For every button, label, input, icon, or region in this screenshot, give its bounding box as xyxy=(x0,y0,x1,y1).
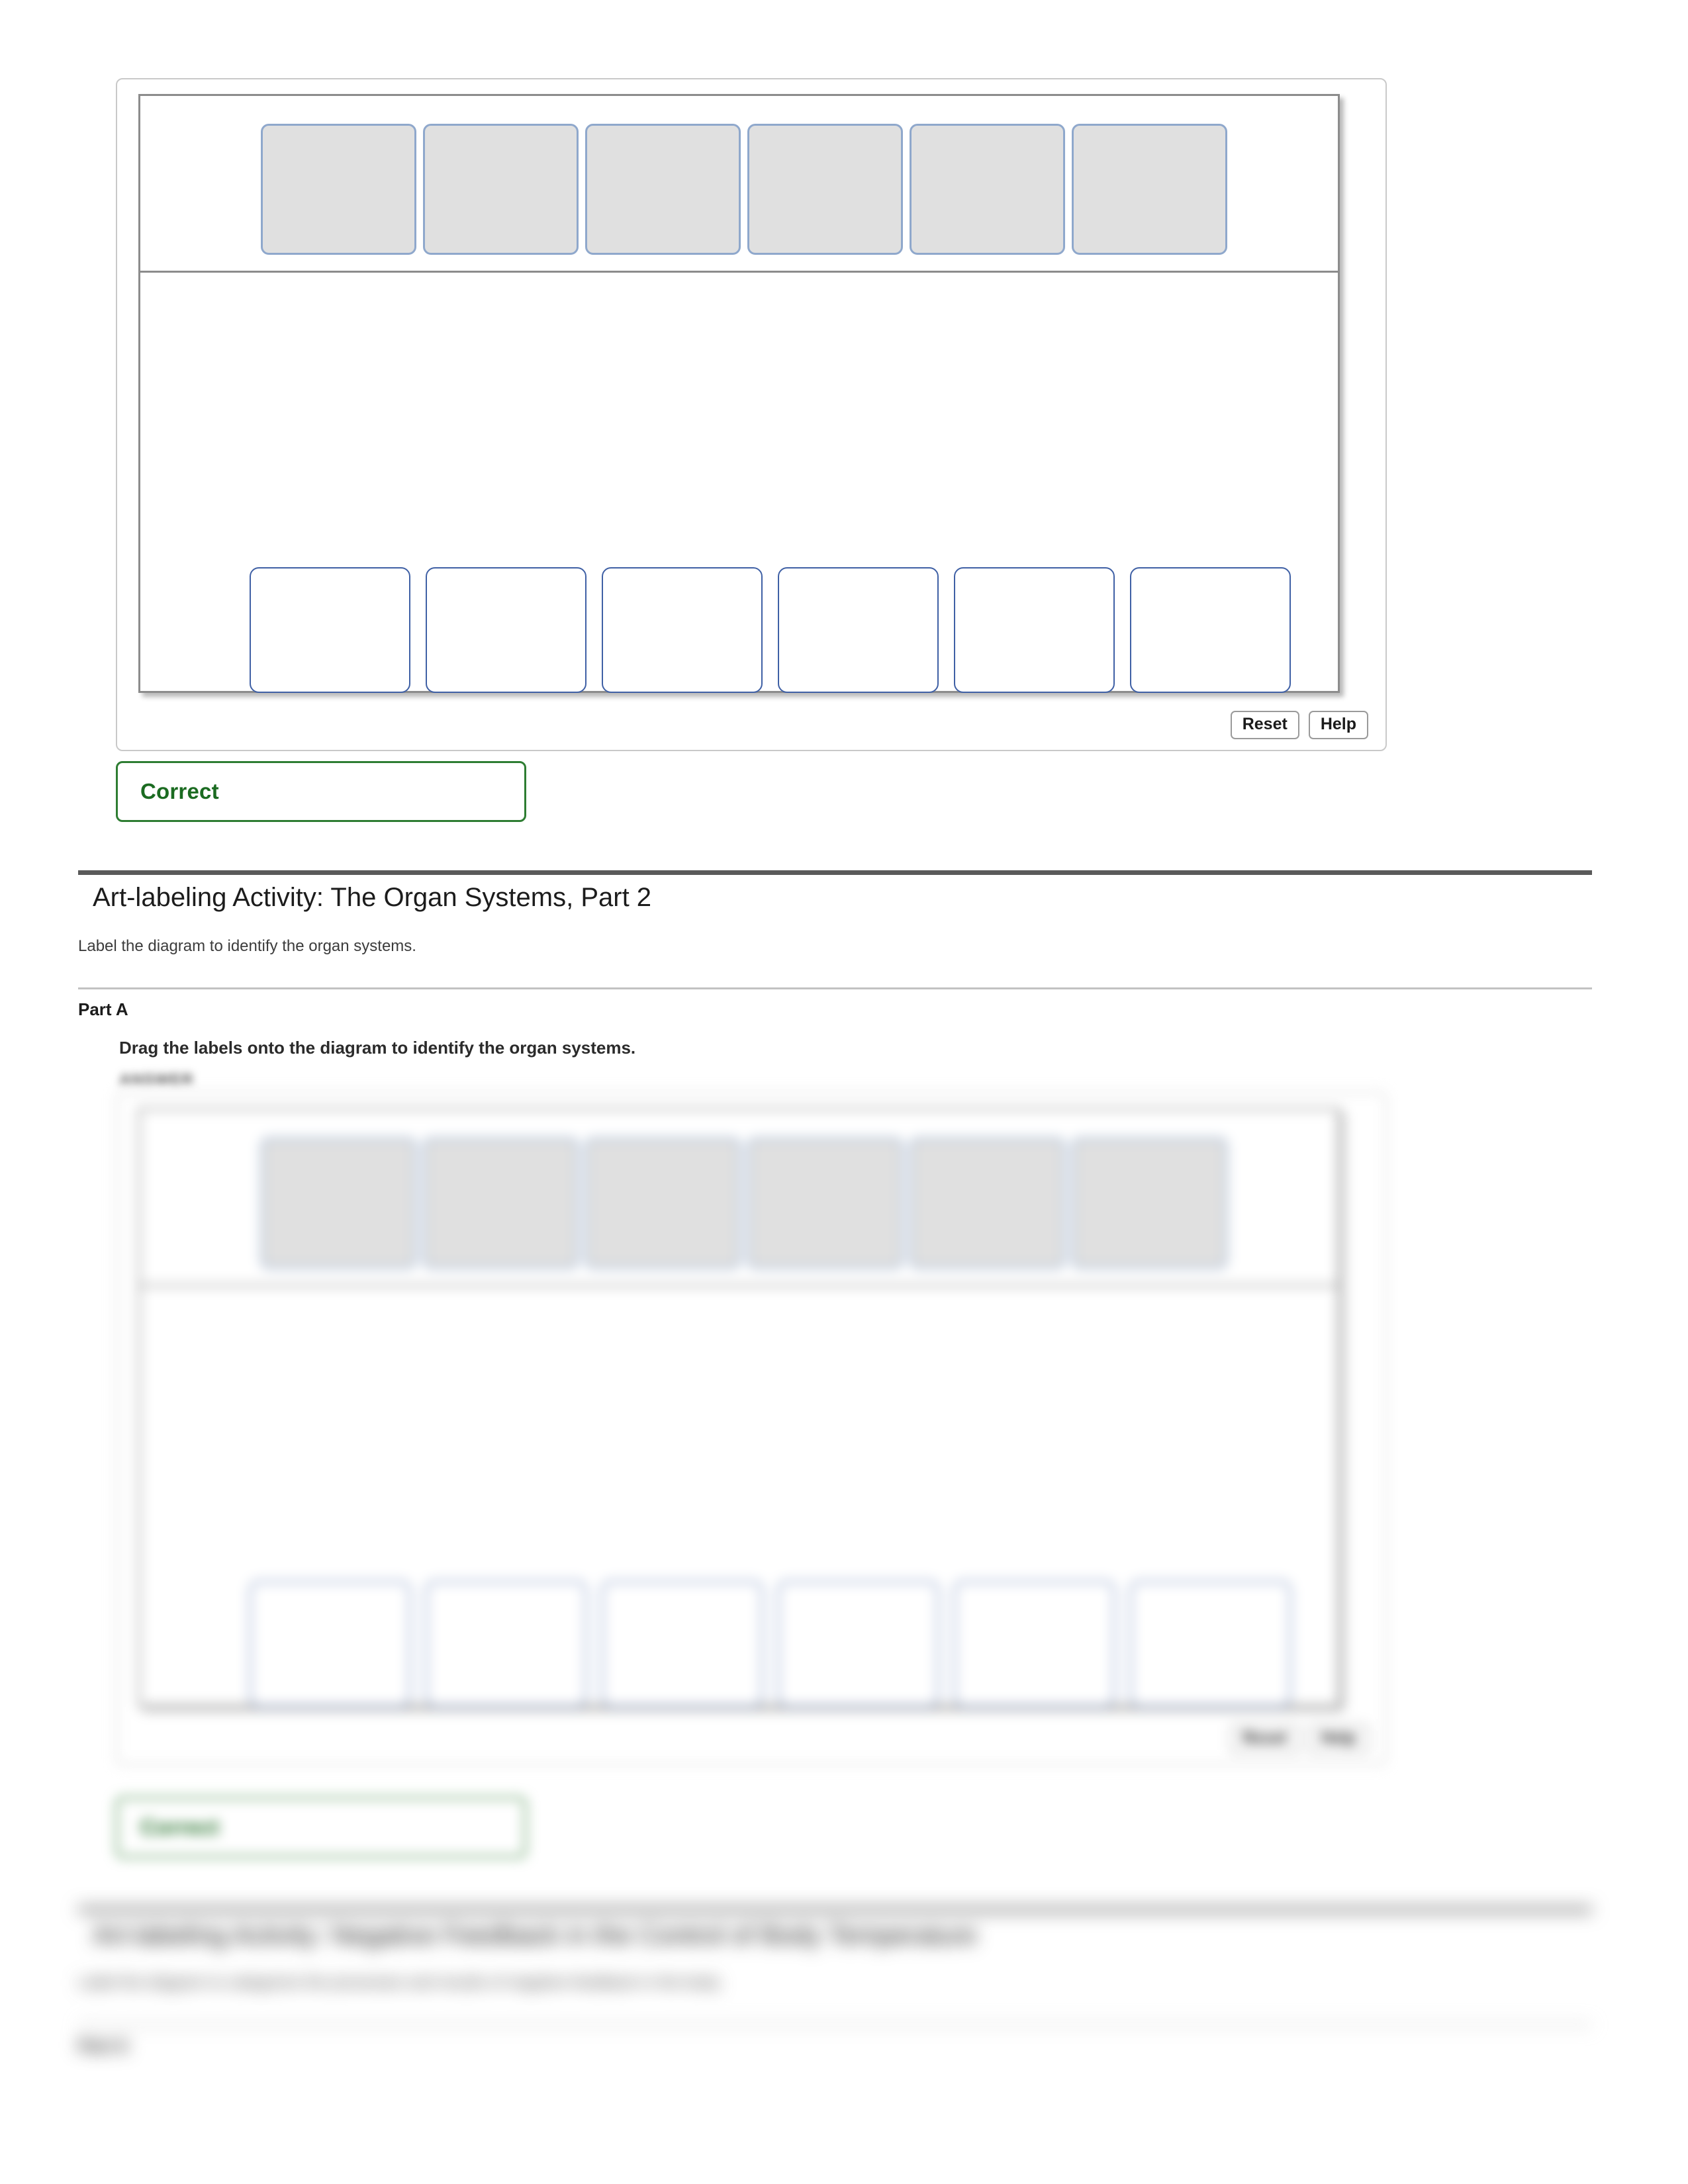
activity-panel-middle xyxy=(138,1108,1340,1707)
label-chip[interactable] xyxy=(261,124,416,255)
feedback-box-middle-blur-wrapper: Correct xyxy=(99,1787,563,1873)
reset-button[interactable]: Reset xyxy=(1230,711,1299,739)
label-chip[interactable] xyxy=(423,124,579,255)
label-dropzone[interactable] xyxy=(426,567,586,693)
part-divider-line xyxy=(78,2024,1592,2026)
label-bank-divider xyxy=(140,271,1338,273)
feedback-box-top: Correct xyxy=(116,761,526,822)
help-button[interactable]: Help xyxy=(1308,711,1368,739)
label-dropzone[interactable] xyxy=(250,567,410,693)
activity-section-bottom-blur-wrapper: Art-labeling Activity: Negative Feedback… xyxy=(53,1873,1642,2151)
label-chip[interactable] xyxy=(1072,1138,1227,1269)
activity-toolbar-top: Reset Help xyxy=(1230,711,1368,739)
label-dropzone[interactable] xyxy=(954,1581,1115,1707)
label-chip[interactable] xyxy=(910,124,1065,255)
activity-panel-top xyxy=(138,94,1340,693)
label-dropzone[interactable] xyxy=(1130,567,1291,693)
label-chip[interactable] xyxy=(1072,124,1227,255)
activity-title-bottom: Art-labeling Activity: Negative Feedback… xyxy=(93,1921,977,1950)
activity-widget-top: Reset Help xyxy=(116,78,1387,751)
label-dropzone[interactable] xyxy=(954,567,1115,693)
label-bank-divider xyxy=(140,1285,1338,1287)
label-chip[interactable] xyxy=(261,1138,416,1269)
activity-title-middle: Art-labeling Activity: The Organ Systems… xyxy=(93,883,652,912)
label-dropzone[interactable] xyxy=(1130,1581,1291,1707)
help-button[interactable]: Help xyxy=(1308,1725,1368,1753)
page-root: Reset Help Correct Art-labeling Activity… xyxy=(0,0,1688,2184)
activity-subtitle-bottom: Label the diagram to categorize the proc… xyxy=(78,1974,723,1991)
label-dropzone[interactable] xyxy=(778,1581,939,1707)
label-chip[interactable] xyxy=(585,1138,741,1269)
section-divider-heavy xyxy=(78,870,1592,875)
label-chip[interactable] xyxy=(585,124,741,255)
part-divider-line xyxy=(78,987,1592,989)
label-chip[interactable] xyxy=(423,1138,579,1269)
feedback-box-middle: Correct xyxy=(116,1797,526,1858)
activity-subtitle-middle: Label the diagram to identify the organ … xyxy=(78,937,416,955)
reset-button[interactable]: Reset xyxy=(1230,1725,1299,1753)
activity-toolbar-middle: Reset Help xyxy=(1230,1725,1368,1753)
activity-widget-middle: Reset Help xyxy=(116,1092,1387,1765)
section-divider-heavy xyxy=(78,1907,1592,1912)
activity-widget-middle-blur-wrapper: Reset Help xyxy=(99,1072,1423,1813)
feedback-status-text: Correct xyxy=(140,1815,219,1839)
part-label-bottom: Part A xyxy=(78,2036,128,2056)
label-chip[interactable] xyxy=(910,1138,1065,1269)
label-dropzone[interactable] xyxy=(426,1581,586,1707)
label-dropzone[interactable] xyxy=(602,567,763,693)
part-label-middle: Part A xyxy=(78,999,128,1019)
label-dropzone[interactable] xyxy=(778,567,939,693)
part-prompt-middle: Drag the labels onto the diagram to iden… xyxy=(119,1038,636,1058)
label-chip[interactable] xyxy=(747,1138,903,1269)
label-chip[interactable] xyxy=(747,124,903,255)
feedback-status-text: Correct xyxy=(140,779,219,803)
label-dropzone[interactable] xyxy=(602,1581,763,1707)
label-dropzone[interactable] xyxy=(250,1581,410,1707)
